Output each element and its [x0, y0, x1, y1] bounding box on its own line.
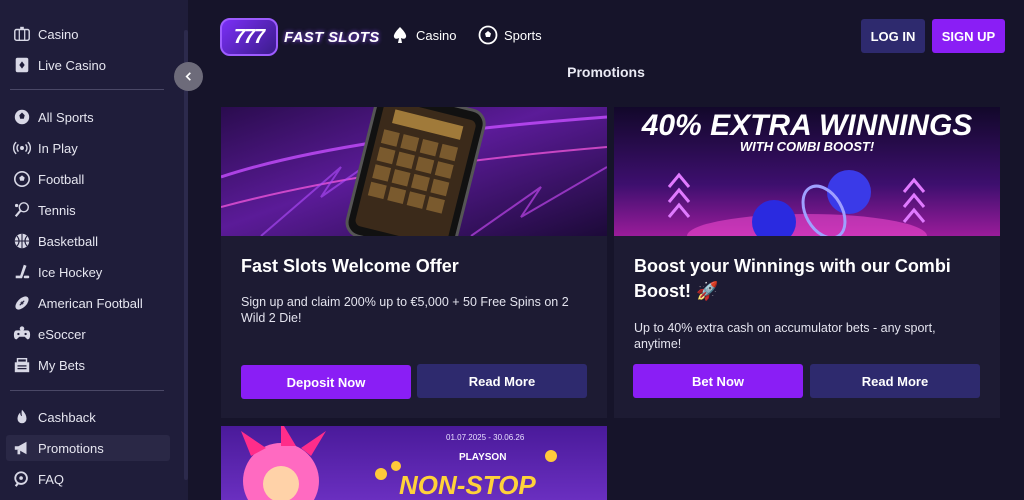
sidebar-item-basketball[interactable]: Basketball [6, 228, 170, 254]
sidebar-item-label: In Play [38, 140, 78, 156]
signup-button[interactable]: SIGN UP [932, 19, 1005, 53]
sidebar-collapse-button[interactable] [174, 62, 203, 91]
sidebar-item-label: Tennis [38, 202, 76, 218]
header-nav-casino[interactable]: Casino [390, 25, 456, 45]
promo-title: Boost your Winnings with our Combi Boost… [634, 256, 951, 301]
ice-hockey-icon [12, 262, 32, 282]
live-casino-icon [12, 55, 32, 75]
banner-heading: NON-STOP [399, 470, 536, 500]
sidebar-item-label: Promotions [38, 440, 104, 456]
promo-description: Up to 40% extra cash on accumulator bets… [634, 321, 936, 351]
sidebar-item-american-football[interactable]: American Football [6, 290, 170, 316]
chevron-left-icon [185, 72, 191, 81]
promo-card-combi-boost: 40% EXTRA WINNINGS WITH COMBI BOOST! Boo… [614, 107, 1000, 418]
banner-subheading: WITH COMBI BOOST! [739, 139, 875, 154]
casino-icon [12, 24, 32, 44]
promo-banner-image[interactable]: 01.07.2025 - 30.06.26 PLAYSON NON-STOP [221, 426, 607, 500]
sidebar-item-label: Football [38, 171, 85, 187]
sidebar-divider [10, 390, 164, 391]
banner-dates: 01.07.2025 - 30.06.26 [446, 433, 525, 442]
sidebar-item-tennis[interactable]: Tennis [6, 197, 170, 223]
sidebar-item-faq[interactable]: FAQ [6, 466, 170, 492]
slot-phone-illustration [221, 107, 607, 236]
sidebar-item-label: FAQ [38, 471, 65, 487]
in-play-icon [12, 138, 32, 158]
american-football-icon [12, 293, 32, 313]
promo-title: Fast Slots Welcome Offer [241, 256, 459, 276]
banner-heading: 40% EXTRA WINNINGS [641, 109, 973, 142]
sidebar-item-label: Basketball [38, 233, 98, 249]
promo-banner-image[interactable]: 40% EXTRA WINNINGS WITH COMBI BOOST! [614, 107, 1000, 236]
football-icon [12, 169, 32, 189]
deposit-now-button[interactable]: Deposit Now [241, 365, 411, 399]
soccer-ball-icon [478, 25, 498, 45]
sidebar-item-label: Live Casino [38, 57, 106, 73]
tennis-icon [12, 200, 32, 220]
sidebar-item-label: My Bets [38, 357, 85, 373]
sidebar-item-all-sports[interactable]: All Sports [6, 104, 170, 130]
sidebar-item-esoccer[interactable]: eSoccer [6, 321, 170, 347]
read-more-button[interactable]: Read More [417, 364, 587, 398]
sidebar-item-my-bets[interactable]: My Bets [6, 352, 170, 378]
promo-card-playson: 01.07.2025 - 30.06.26 PLAYSON NON-STOP [221, 426, 607, 500]
esoccer-icon [12, 324, 32, 344]
sidebar-item-promotions[interactable]: Promotions [6, 435, 170, 461]
promo-banner-image[interactable] [221, 107, 607, 236]
my-bets-icon [12, 355, 32, 375]
all-sports-icon [12, 107, 32, 127]
page-title: Promotions [567, 64, 645, 80]
spade-icon [393, 27, 407, 43]
sidebar-item-in-play[interactable]: In Play [6, 135, 170, 161]
sidebar-divider [10, 89, 164, 90]
cashback-icon [12, 407, 32, 427]
promotions-icon [12, 438, 32, 458]
sidebar-item-label: American Football [38, 295, 143, 311]
login-button[interactable]: LOG IN [861, 19, 925, 53]
sidebar-scrollbar[interactable] [184, 30, 188, 480]
sidebar-item-label: All Sports [38, 109, 94, 125]
sidebar-item-label: Ice Hockey [38, 264, 103, 280]
sidebar-item-casino[interactable]: Casino [6, 21, 170, 47]
logo-badge: 777 [220, 18, 278, 56]
sidebar-item-ice-hockey[interactable]: Ice Hockey [6, 259, 170, 285]
site-logo[interactable]: 777 FAST SLOTS [220, 18, 380, 56]
sidebar-item-label: eSoccer [38, 326, 86, 342]
logo-text: FAST SLOTS [284, 28, 380, 46]
banner-provider: PLAYSON [459, 452, 507, 463]
sidebar-item-label: Cashback [38, 409, 96, 425]
bet-now-button[interactable]: Bet Now [633, 364, 803, 398]
header-nav-label: Casino [416, 27, 457, 43]
header-nav-sports[interactable]: Sports [478, 25, 542, 45]
basketball-icon [12, 231, 32, 251]
sidebar-item-football[interactable]: Football [6, 166, 170, 192]
sidebar-item-label: Casino [38, 26, 79, 42]
promo-description: Sign up and claim 200% up to €5,000 + 50… [241, 295, 569, 325]
sidebar: Casino Live Casino All Sports In Play Fo… [0, 0, 188, 500]
sidebar-item-cashback[interactable]: Cashback [6, 404, 170, 430]
top-header: 777 FAST SLOTS Casino Sports LOG IN SIGN… [188, 0, 1024, 70]
header-nav-label: Sports [504, 27, 542, 43]
sidebar-item-live-casino[interactable]: Live Casino [6, 52, 170, 78]
faq-icon [12, 469, 32, 489]
promo-card-welcome: Fast Slots Welcome Offer Sign up and cla… [221, 107, 607, 418]
read-more-button[interactable]: Read More [810, 364, 980, 398]
